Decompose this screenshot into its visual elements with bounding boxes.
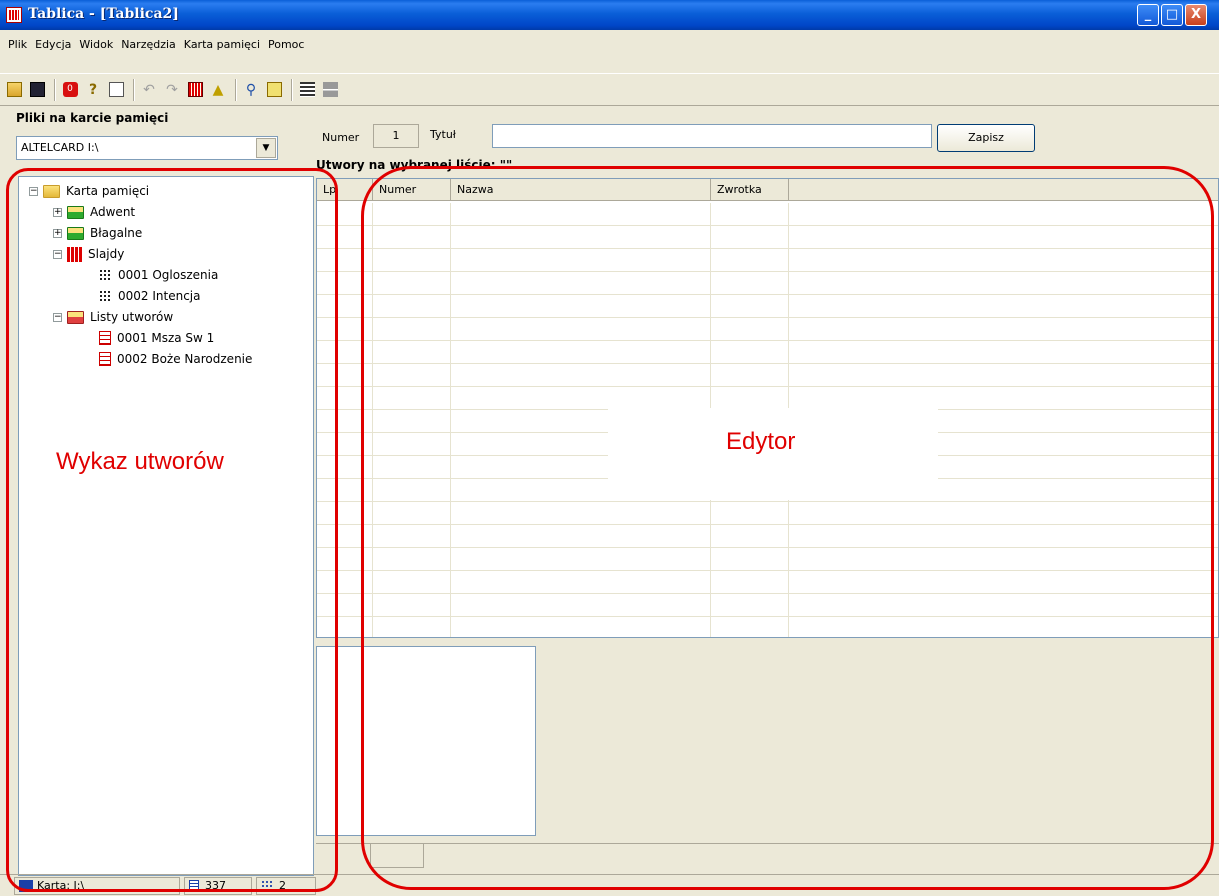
undo-icon[interactable]: ↶ [139,80,159,100]
toolbar-separator [54,78,56,101]
save-icon[interactable] [27,80,47,100]
number-label: Numer [322,131,360,144]
list-view-icon[interactable] [297,80,317,100]
redo-icon[interactable]: ↷ [162,80,182,100]
slides-icon[interactable] [185,80,205,100]
help-icon[interactable]: ? [83,80,103,100]
chevron-down-icon[interactable]: ▼ [256,138,276,158]
minimize-button[interactable]: _ [1137,4,1159,26]
annotation-right-outline [361,166,1214,890]
save-button[interactable]: Zapisz [937,124,1035,152]
properties-icon[interactable] [106,80,126,100]
toolbar-separator [235,78,237,101]
open-icon[interactable] [4,80,24,100]
find-icon[interactable]: ⚲ [241,80,261,100]
stop-icon[interactable]: 0 [60,80,80,100]
number-field: 1 [373,124,419,148]
toolbar-separator [133,78,135,101]
window-title: Tablica - [Tablica2] [28,6,179,22]
toolbar-separator [291,78,293,101]
title-label: Tytuł [430,128,456,141]
menu-plik[interactable]: Plik [4,36,31,53]
menu-widok[interactable]: Widok [75,36,117,53]
list-view2-icon[interactable] [320,80,340,100]
drive-select-value: ALTELCARD I:\ [21,141,99,154]
warning-icon[interactable]: ▲ [208,80,228,100]
app-icon[interactable] [6,7,22,23]
annotation-label-edytor: Edytor [608,408,938,500]
replace-icon[interactable] [264,80,284,100]
title-input[interactable] [492,124,932,148]
maximize-button[interactable]: □ [1161,4,1183,26]
files-panel-title: Pliki na karcie pamięci [16,111,169,125]
close-button[interactable]: X [1185,4,1207,26]
drive-select[interactable]: ALTELCARD I:\ ▼ [16,136,278,160]
annotation-left-outline [6,168,338,892]
menu-bar: Plik Edycja Widok Narzędzia Karta pamięc… [0,30,1219,58]
menu-narzedzia[interactable]: Narzędzia [117,36,180,53]
toolbar: 0 ? ↶ ↷ ▲ ⚲ [0,73,1219,106]
annotation-label-wykaz: Wykaz utworów [46,444,234,480]
menu-karta-pamieci[interactable]: Karta pamięci [180,36,264,53]
menu-edycja[interactable]: Edycja [31,36,75,53]
menu-pomoc[interactable]: Pomoc [264,36,308,53]
title-bar: Tablica - [Tablica2] _ □ X [0,0,1219,30]
